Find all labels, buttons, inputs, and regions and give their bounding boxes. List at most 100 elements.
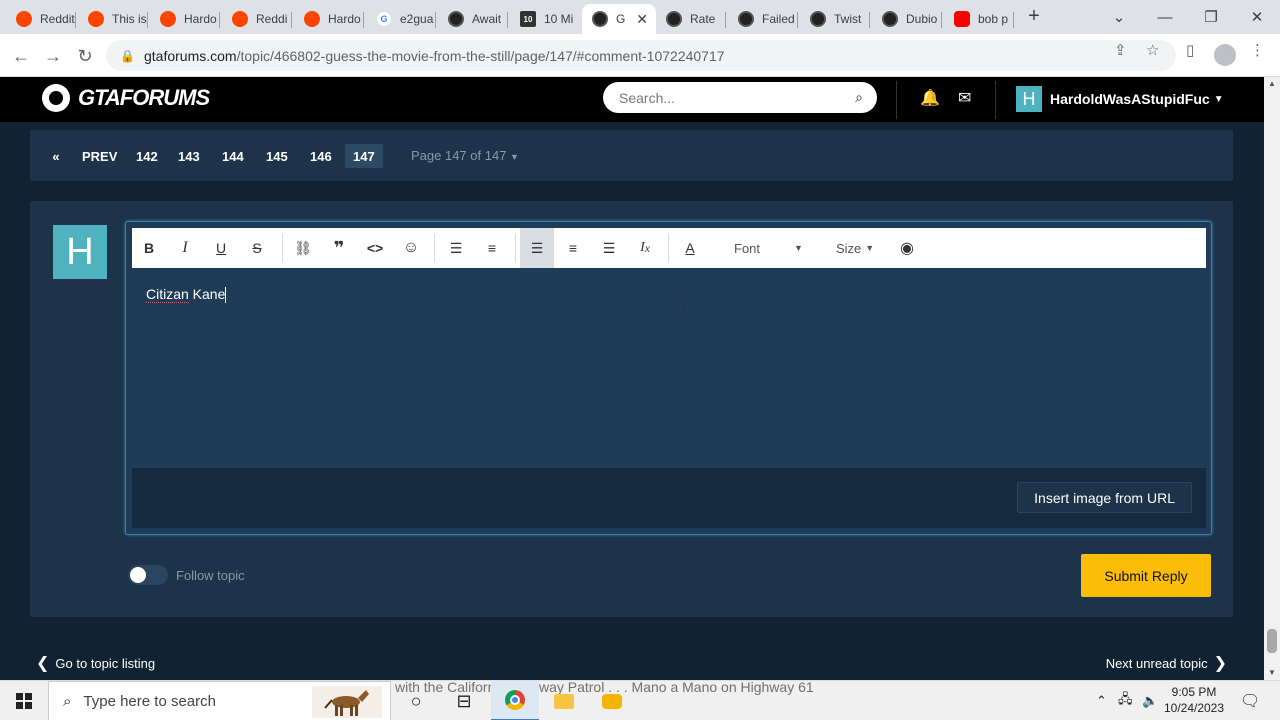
page-link[interactable]: 142	[136, 144, 158, 168]
page-link[interactable]: 145	[266, 144, 288, 168]
browser-tab[interactable]: bob p	[944, 4, 1014, 34]
browser-tab[interactable]: Await	[438, 4, 508, 34]
close-window-icon[interactable]: ✕	[1234, 0, 1280, 34]
site-search-input[interactable]: Search... ⌕	[603, 82, 877, 113]
strikethrough-icon[interactable]: S	[240, 228, 274, 268]
profile-avatar-icon[interactable]	[1214, 44, 1236, 66]
underline-icon[interactable]: U	[204, 228, 238, 268]
new-tab-icon[interactable]: +	[1024, 6, 1044, 26]
align-center-icon[interactable]: ≡	[556, 228, 590, 268]
size-dropdown[interactable]: Size ▼	[836, 228, 874, 268]
rich-text-editor[interactable]: B I U S ⛓ ❞ <> ☺ ☰ ≡ ☰ ≡ ☰ Ix A Font ▼ S…	[125, 221, 1212, 535]
page-link[interactable]: 146	[310, 144, 332, 168]
text-cursor	[225, 287, 227, 304]
editor-toolbar: B I U S ⛓ ❞ <> ☺ ☰ ≡ ☰ ≡ ☰ Ix A Font ▼ S…	[132, 228, 1206, 268]
scrollbar-thumb[interactable]	[1267, 629, 1277, 653]
preview-eye-icon[interactable]: ◉	[890, 228, 924, 268]
quote-icon[interactable]: ❞	[322, 228, 356, 268]
align-left-icon[interactable]: ☰	[520, 228, 554, 268]
browser-tab[interactable]: Hardo	[150, 4, 220, 34]
system-clock[interactable]: 9:05 PM 10/24/2023	[1158, 684, 1230, 716]
first-page-icon[interactable]: «	[48, 144, 64, 168]
chat-app-icon[interactable]	[588, 681, 636, 720]
tab-search-icon[interactable]: ⌄	[1096, 0, 1142, 34]
restore-icon[interactable]: ❐	[1188, 0, 1234, 34]
browser-menu-icon[interactable]: ⋮	[1250, 41, 1265, 59]
network-icon[interactable]: 🖧	[1118, 681, 1133, 720]
messages-envelope-icon[interactable]: ✉	[958, 88, 971, 108]
show-hidden-icons-icon[interactable]: ⌃	[1096, 681, 1107, 720]
font-dropdown[interactable]: Font ▼	[734, 228, 803, 268]
browser-tab[interactable]: Reddi	[222, 4, 292, 34]
browser-tab[interactable]: This is	[78, 4, 148, 34]
gtaforums-icon	[592, 11, 608, 27]
page-scrollbar[interactable]: ▲ ▼	[1264, 77, 1280, 680]
toggle-switch[interactable]	[128, 565, 168, 585]
browser-tab[interactable]: Failed	[728, 4, 798, 34]
minimize-icon[interactable]: —	[1142, 0, 1188, 34]
next-unread-topic-link[interactable]: Next unread topic ❯	[1106, 653, 1233, 673]
bookmark-star-icon[interactable]: ☆	[1146, 41, 1159, 59]
ibeam-cursor-icon: I	[681, 298, 686, 315]
search-icon[interactable]: ⌕	[855, 89, 863, 106]
start-button[interactable]	[0, 681, 48, 720]
text-color-icon[interactable]: A	[673, 228, 707, 268]
insert-image-url-button[interactable]: Insert image from URL	[1017, 482, 1192, 513]
back-arrow-icon[interactable]: ←	[8, 43, 34, 69]
submit-reply-button[interactable]: Submit Reply	[1081, 554, 1211, 597]
forward-arrow-icon[interactable]: →	[40, 43, 66, 69]
share-icon[interactable]: ⇪	[1114, 41, 1127, 59]
browser-tab[interactable]: Hardo	[294, 4, 364, 34]
prev-page-link[interactable]: PREV	[82, 144, 117, 168]
url-field[interactable]: 🔒 gtaforums.com/topic/466802-guess-the-m…	[106, 40, 1176, 71]
volume-icon[interactable]: 🔈	[1142, 681, 1158, 720]
user-menu[interactable]: H HardoldWasAStupidFuc ▼	[1016, 86, 1224, 112]
file-explorer-icon[interactable]	[540, 681, 588, 720]
misspelled-word: Citizan	[146, 286, 189, 303]
italic-icon[interactable]: I	[168, 228, 202, 268]
chrome-taskbar-icon[interactable]	[491, 681, 539, 720]
task-view-icon[interactable]: ○	[392, 681, 440, 720]
editor-content[interactable]: Citizan Kane	[146, 286, 227, 304]
numbered-list-icon[interactable]: ≡	[475, 228, 509, 268]
gtaforums-icon	[448, 11, 464, 27]
go-to-topic-listing-link[interactable]: ❮ Go to topic listing	[30, 653, 155, 673]
notification-center-icon[interactable]: 🗨	[1240, 681, 1260, 720]
notifications-bell-icon[interactable]: 🔔	[920, 88, 940, 108]
side-panel-icon[interactable]: ▯	[1186, 41, 1194, 59]
browser-tab-active[interactable]: G ✕	[582, 4, 656, 34]
pagination: « PREV 142 143 144 145 146 147 Page 147 …	[30, 130, 1233, 181]
chevron-right-icon: ❯	[1213, 655, 1227, 672]
site-logo[interactable]: GTAFORUMS	[42, 84, 210, 112]
link-icon[interactable]: ⛓	[286, 228, 320, 268]
current-page[interactable]: 147	[345, 144, 383, 168]
username: HardoldWasAStupidFuc	[1050, 91, 1210, 107]
browser-tab[interactable]: 10 10 Mi	[510, 4, 580, 34]
browser-tab[interactable]: Twist	[800, 4, 870, 34]
page-link[interactable]: 144	[222, 144, 244, 168]
follow-topic-toggle[interactable]: Follow topic	[128, 565, 245, 585]
code-icon[interactable]: <>	[358, 228, 392, 268]
scroll-down-icon[interactable]: ▼	[1264, 666, 1280, 680]
bulleted-list-icon[interactable]: ☰	[439, 228, 473, 268]
reddit-icon	[304, 11, 320, 27]
reddit-icon	[88, 11, 104, 27]
scroll-up-icon[interactable]: ▲	[1264, 77, 1280, 91]
browser-tab[interactable]: Reddit	[6, 4, 76, 34]
widgets-icon[interactable]: ⊟	[440, 681, 488, 720]
browser-tab[interactable]: Ge2gua	[366, 4, 436, 34]
close-tab-icon[interactable]: ✕	[636, 11, 648, 28]
align-right-icon[interactable]: ☰	[592, 228, 626, 268]
bold-icon[interactable]: B	[132, 228, 166, 268]
taskbar-search-input[interactable]: ⌕ Type here to search	[48, 681, 391, 720]
browser-tab[interactable]: Rate	[656, 4, 726, 34]
caret-down-icon: ▼	[510, 152, 519, 162]
page-link[interactable]: 143	[178, 144, 200, 168]
clear-formatting-icon[interactable]: Ix	[628, 228, 662, 268]
browser-tab[interactable]: Dubio	[872, 4, 942, 34]
page-jump-dropdown[interactable]: Page 147 of 147 ▼	[411, 148, 519, 163]
emoji-icon[interactable]: ☺	[394, 228, 428, 268]
reload-icon[interactable]: ↻	[72, 43, 98, 69]
reddit-icon	[16, 11, 32, 27]
reddit-icon	[160, 11, 176, 27]
